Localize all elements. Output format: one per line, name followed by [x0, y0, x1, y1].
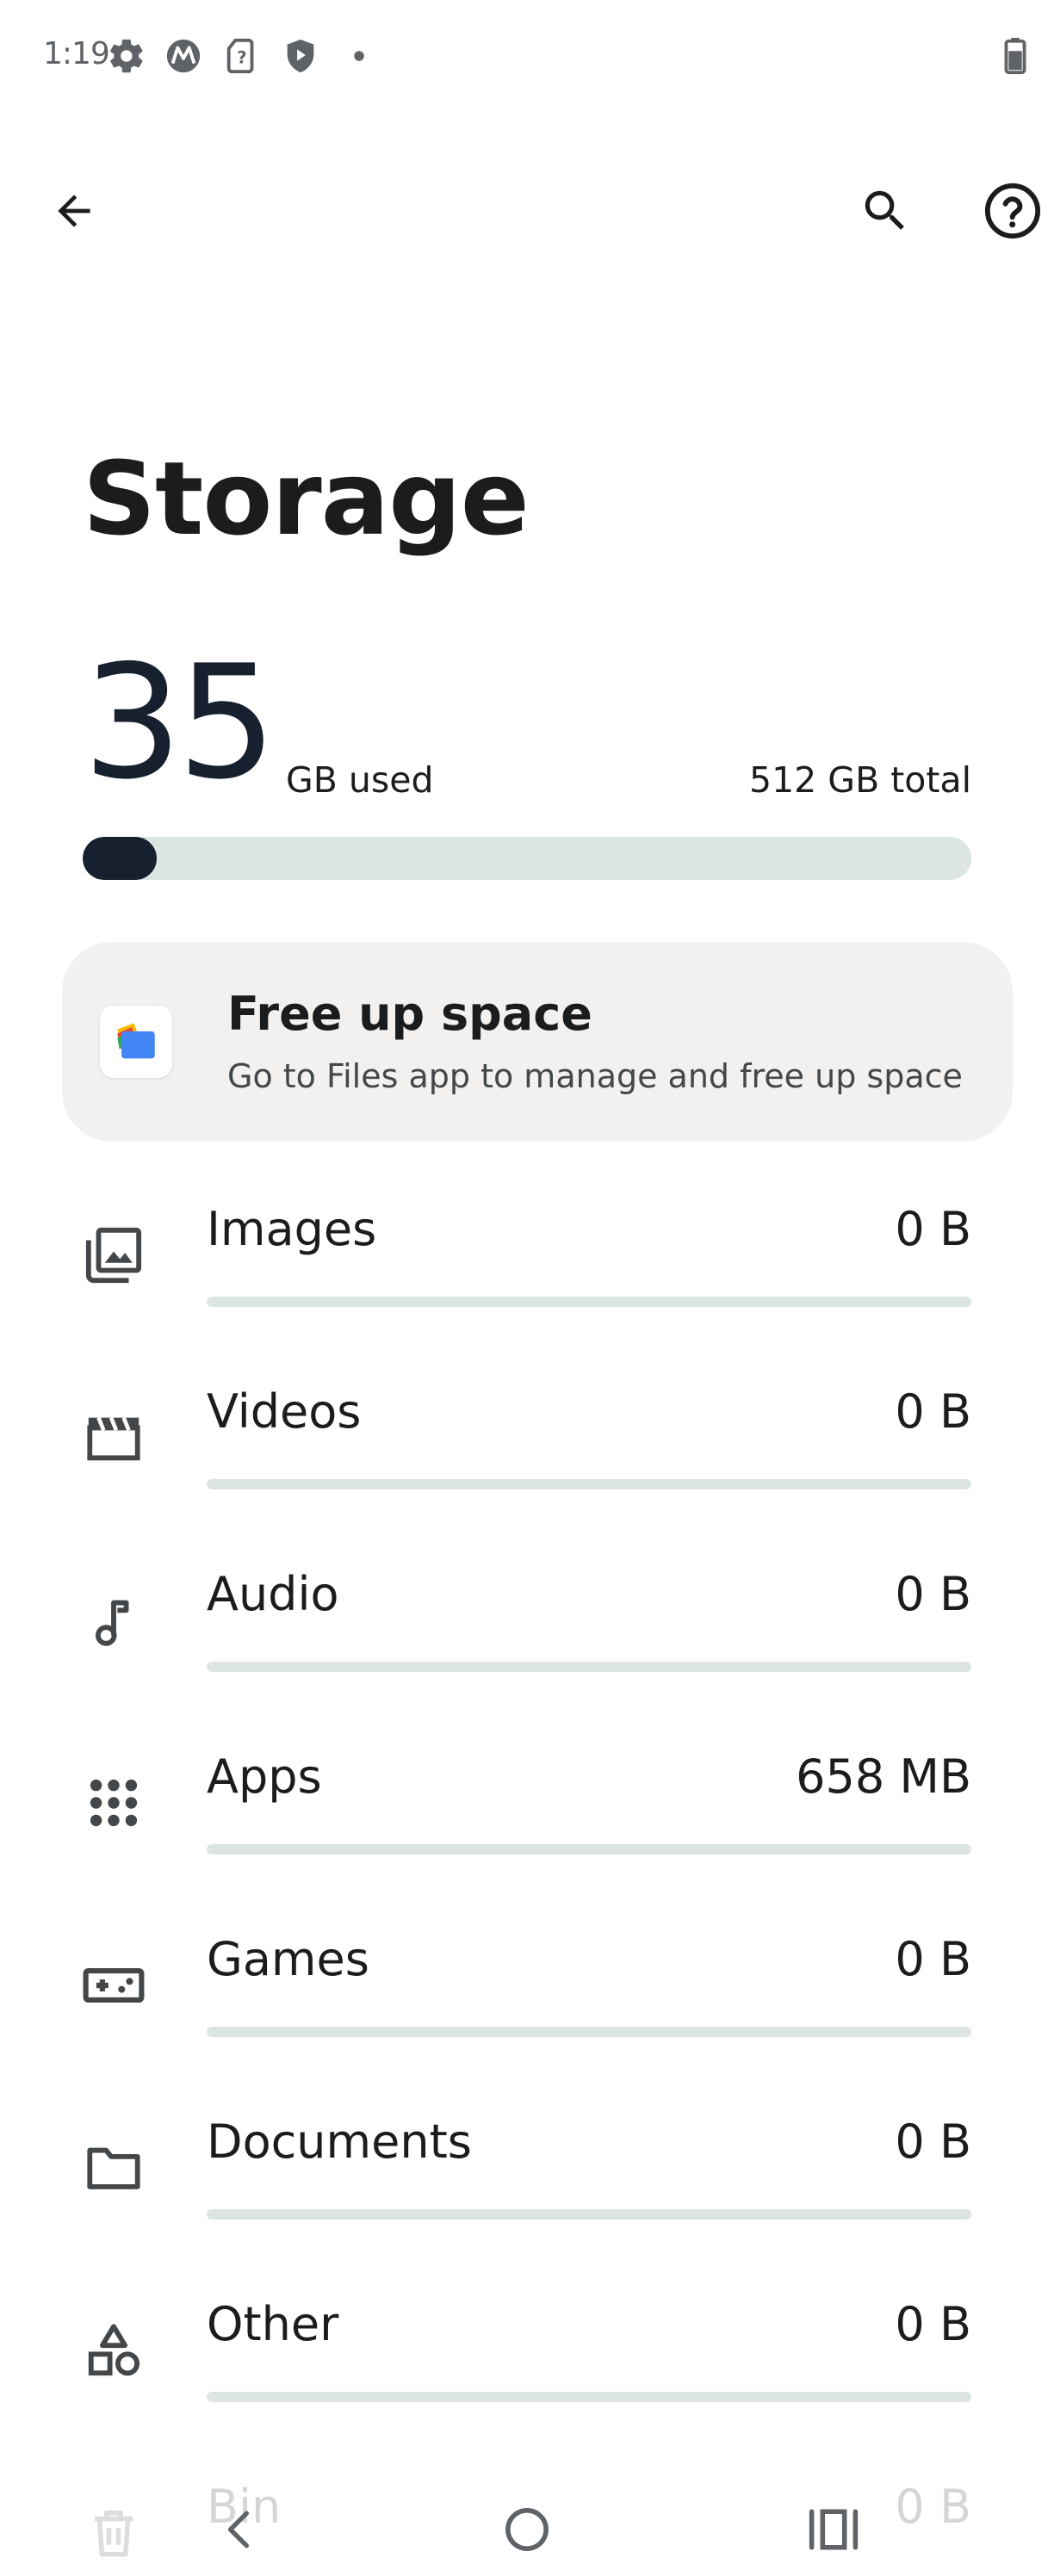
- category-usage-bar: [207, 1297, 971, 1307]
- free-up-space-subtitle: Go to Files app to manage and free up sp…: [227, 1057, 963, 1095]
- category-label: Images: [207, 1202, 377, 1256]
- category-row-videos[interactable]: Videos 0 B: [0, 1328, 1054, 1510]
- storage-usage-fill: [83, 837, 157, 880]
- category-usage-bar: [207, 1662, 971, 1672]
- page-title: Storage: [83, 439, 530, 558]
- category-size: 0 B: [895, 2297, 971, 2351]
- nav-home-button[interactable]: [475, 2488, 579, 2574]
- category-label: Games: [207, 1932, 369, 1986]
- category-row-apps[interactable]: Apps 658 MB: [0, 1693, 1054, 1875]
- status-bar: 1:19 ?: [0, 0, 1054, 112]
- used-storage-value: 35: [83, 631, 277, 814]
- storage-settings-screen: 1:19 ? Storage 35 GB used 512 GB total F…: [0, 0, 1054, 2576]
- total-storage-text: 512 GB total: [749, 759, 971, 801]
- used-storage-unit: GB used: [286, 759, 434, 801]
- back-button[interactable]: [31, 168, 117, 254]
- search-icon: [859, 184, 912, 238]
- category-row-documents[interactable]: Documents 0 B: [0, 2058, 1054, 2240]
- settings-gear-icon: [107, 36, 146, 76]
- audio-icon: [79, 1586, 148, 1655]
- category-row-other[interactable]: Other 0 B: [0, 2240, 1054, 2423]
- storage-category-list: Images 0 B Videos 0 B Audio 0 B Apps 658…: [0, 1145, 1054, 2576]
- category-label: Videos: [207, 1384, 362, 1439]
- storage-usage-bar: [83, 837, 971, 880]
- games-icon: [79, 1951, 148, 2020]
- category-size: 0 B: [895, 1384, 971, 1439]
- nav-home-icon: [503, 2505, 551, 2557]
- arrow-back-icon: [50, 187, 98, 235]
- category-size: 0 B: [895, 2115, 971, 2169]
- category-row-images[interactable]: Images 0 B: [0, 1145, 1054, 1328]
- category-label: Audio: [207, 1567, 339, 1621]
- battery-icon: [1002, 36, 1028, 76]
- category-label: Documents: [207, 2115, 472, 2169]
- category-usage-bar: [207, 2209, 971, 2220]
- nav-recents-icon: [808, 2507, 859, 2555]
- help-button[interactable]: [970, 168, 1054, 254]
- other-icon: [79, 2316, 148, 2385]
- notification-dot-icon: [339, 36, 379, 76]
- svg-text:?: ?: [237, 48, 246, 68]
- category-row-games[interactable]: Games 0 B: [0, 1875, 1054, 2058]
- apps-icon: [79, 1768, 148, 1837]
- category-row-audio[interactable]: Audio 0 B: [0, 1510, 1054, 1693]
- nav-recents-button[interactable]: [782, 2488, 885, 2574]
- category-usage-bar: [207, 1479, 971, 1489]
- category-size: 0 B: [895, 1567, 971, 1621]
- free-up-space-card[interactable]: Free up space Go to Files app to manage …: [62, 942, 1013, 1142]
- category-label: Apps: [207, 1749, 322, 1804]
- category-usage-bar: [207, 1844, 971, 1855]
- help-circle-icon: [983, 181, 1043, 241]
- shield-play-icon: [281, 36, 320, 76]
- motorola-logo-icon: [164, 36, 203, 76]
- category-usage-bar: [207, 2392, 971, 2402]
- category-size: 0 B: [895, 1932, 971, 1986]
- videos-icon: [79, 1403, 148, 1472]
- files-app-icon: [100, 1006, 172, 1078]
- images-icon: [79, 1221, 148, 1290]
- free-up-space-title: Free up space: [227, 987, 592, 1041]
- nav-back-icon: [218, 2506, 261, 2556]
- category-usage-bar: [207, 2027, 971, 2037]
- status-time: 1:19: [43, 36, 110, 71]
- category-label: Other: [207, 2297, 339, 2351]
- sim-card-unknown-icon: ?: [222, 36, 262, 76]
- system-navigation-bar: [0, 2480, 1054, 2576]
- search-button[interactable]: [842, 168, 928, 254]
- category-size: 0 B: [895, 1202, 971, 1256]
- nav-back-button[interactable]: [188, 2488, 291, 2574]
- category-size: 658 MB: [796, 1749, 971, 1804]
- documents-icon: [79, 2133, 148, 2202]
